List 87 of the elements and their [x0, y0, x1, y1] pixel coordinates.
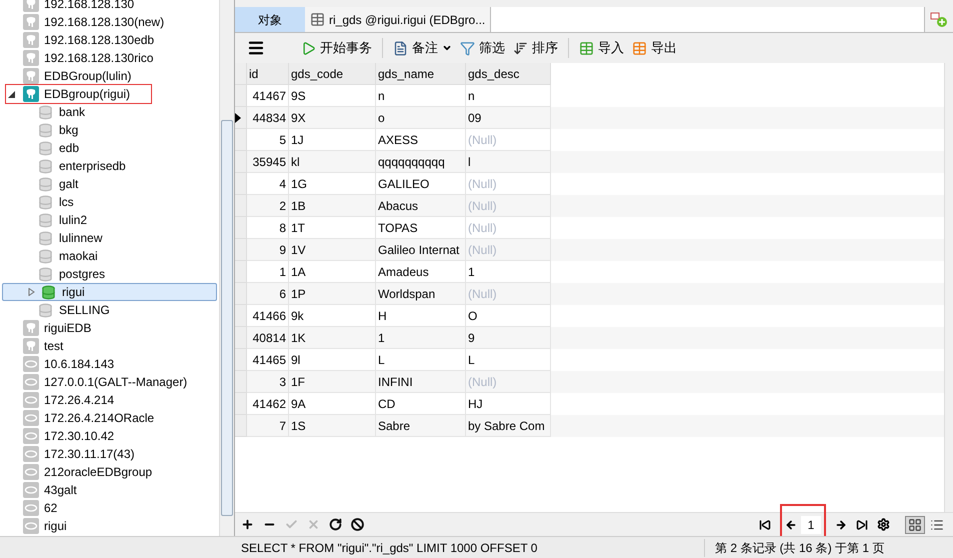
- tree-item-label: enterprisedb: [59, 158, 126, 175]
- toolbar-button[interactable]: 导入: [577, 38, 626, 58]
- tree-row[interactable]: rigui: [2, 283, 217, 301]
- expanded-arrow-icon[interactable]: [8, 90, 15, 98]
- tree-item[interactable]: 172.26.4.214ORacle: [44, 409, 154, 427]
- filter-icon: [460, 40, 475, 56]
- table-cell: 7: [247, 415, 289, 437]
- status-query: SELECT * FROM "rigui"."ri_gds" LIMIT 1000 OFFSET 0: [235, 538, 705, 556]
- tree-row[interactable]: lulin2: [0, 211, 219, 229]
- tree-item[interactable]: 172.26.4.214: [44, 391, 114, 409]
- tree-row[interactable]: galt: [0, 175, 219, 193]
- tree-item[interactable]: rigui: [44, 517, 67, 535]
- tree-item[interactable]: 62: [44, 499, 58, 517]
- tree-row[interactable]: bank: [0, 103, 219, 121]
- previous-page-icon[interactable]: [785, 518, 797, 530]
- tree-item[interactable]: 172.30.11.17(43): [44, 445, 135, 463]
- tree-row[interactable]: lulinnew: [0, 229, 219, 247]
- table-icon: [632, 40, 647, 56]
- column-header[interactable]: id: [247, 63, 289, 85]
- tree-item-label: lcs: [59, 194, 74, 211]
- tree-item-label: bank: [59, 104, 86, 121]
- tree-item-label: lulinnew: [59, 230, 102, 247]
- toolbar-button[interactable]: 开始事务: [299, 38, 374, 58]
- tree-row[interactable]: SELLING: [0, 301, 219, 319]
- status-record: 第 2 条记录 (共 16 条) 于第 1 页: [714, 540, 884, 556]
- tree-item[interactable]: riguiEDB: [44, 319, 92, 337]
- toolbar-button[interactable]: 排序: [511, 38, 560, 58]
- add-table-icon[interactable]: [930, 12, 948, 28]
- tree-item[interactable]: 192.168.128.130edb: [44, 31, 154, 49]
- add-icon[interactable]: [241, 518, 254, 531]
- menu-icon[interactable]: [247, 39, 265, 57]
- toolbar-button[interactable]: 备注: [391, 38, 454, 58]
- first-page-icon[interactable]: [759, 518, 771, 530]
- table-icon: [579, 40, 594, 56]
- sort-icon: [513, 40, 528, 56]
- tree-item[interactable]: 212oracleEDBgroup: [44, 463, 152, 481]
- settings-icon[interactable]: [877, 518, 890, 531]
- collapsed-arrow-icon[interactable]: [28, 288, 35, 296]
- last-page-icon[interactable]: [856, 518, 868, 530]
- tree-row[interactable]: edb: [0, 139, 219, 157]
- grid-icon: [908, 518, 922, 532]
- tree-item[interactable]: EDBGroup(lulin): [44, 67, 132, 85]
- row-header[interactable]: [235, 107, 247, 129]
- tab[interactable]: 对象: [235, 7, 305, 32]
- scrollbar[interactable]: [944, 63, 953, 512]
- tree-row[interactable]: bkg: [0, 121, 219, 139]
- tree-item[interactable]: 192.168.128.130rico: [44, 49, 154, 67]
- tree-item-label: lulin2: [59, 212, 88, 229]
- column-header[interactable]: gds_name: [376, 63, 466, 85]
- tree-item[interactable]: 127.0.0.1(GALT--Manager): [44, 373, 188, 391]
- scrollbar[interactable]: [219, 0, 234, 536]
- tree-item[interactable]: 192.168.128.130(new): [44, 13, 164, 31]
- grid-view-button[interactable]: [905, 516, 925, 534]
- toolbar-button[interactable]: 导出: [630, 38, 679, 58]
- column-header[interactable]: gds_code: [289, 63, 376, 85]
- table-icon: [310, 12, 325, 27]
- tree-item-label: galt: [59, 176, 78, 193]
- play-icon: [301, 40, 316, 56]
- tree-item[interactable]: 172.30.10.42: [44, 427, 114, 445]
- tree-item[interactable]: test: [44, 337, 64, 355]
- document-icon: [393, 40, 408, 56]
- tree-item-label: SELLING: [59, 302, 110, 319]
- stop-icon[interactable]: [351, 518, 364, 531]
- table-cell: by Sabre Com: [466, 415, 551, 437]
- toolbar-button[interactable]: 筛选: [458, 38, 507, 58]
- tree-item-label: edb: [59, 140, 80, 157]
- tree-item[interactable]: 10.6.184.143: [44, 355, 114, 373]
- tree-row[interactable]: lcs: [0, 193, 219, 211]
- tab[interactable]: ri_gds @rigui.rigui (EDBgro...: [305, 7, 492, 32]
- tree-item[interactable]: EDBgroup(rigui): [44, 85, 130, 103]
- tree-item-label: bkg: [59, 122, 78, 139]
- table-cell: Sabre: [376, 415, 466, 437]
- header-corner: [235, 63, 247, 85]
- tree-row[interactable]: postgres: [0, 265, 219, 283]
- table-cell: 1S: [289, 415, 376, 437]
- list-icon: [930, 518, 944, 532]
- tree-item-label: postgres: [59, 266, 106, 283]
- page-field[interactable]: 1: [801, 516, 821, 534]
- caret-icon[interactable]: [442, 43, 452, 53]
- tree-item[interactable]: 43galt: [44, 481, 77, 499]
- tree-row[interactable]: enterprisedb: [0, 157, 219, 175]
- tree-item-label: maokai: [59, 248, 98, 265]
- tree-item-label: rigui: [62, 284, 85, 301]
- column-header[interactable]: gds_desc: [466, 63, 551, 85]
- next-page-icon[interactable]: [835, 518, 847, 530]
- refresh-icon[interactable]: [329, 518, 342, 531]
- tree-row[interactable]: maokai: [0, 247, 219, 265]
